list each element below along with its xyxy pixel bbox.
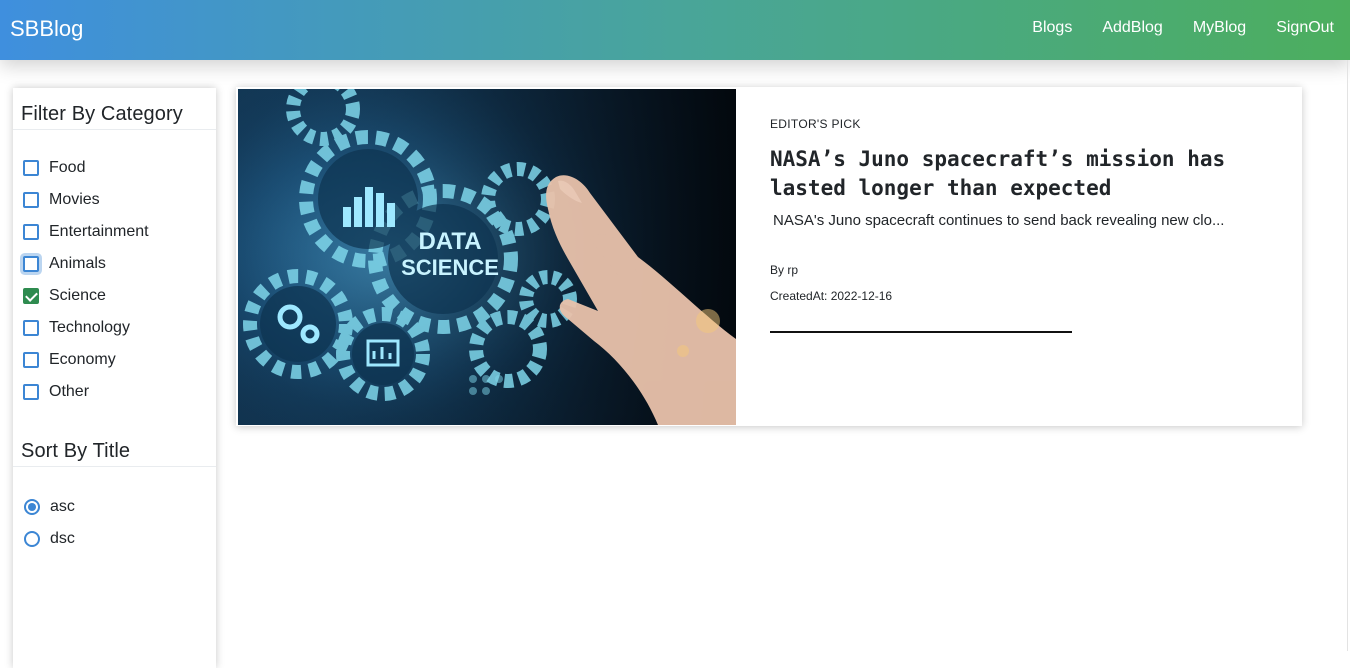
category-item-entertainment[interactable]: Entertainment [23, 216, 216, 248]
sort-option-asc[interactable]: asc [24, 491, 216, 523]
radio-dsc[interactable] [24, 531, 40, 547]
checkbox-technology[interactable] [23, 320, 39, 336]
category-list: Food Movies Entertainment Animals Scienc… [13, 152, 216, 408]
top-navbar: SBBlog Blogs AddBlog MyBlog SignOut [0, 0, 1350, 60]
blog-card[interactable]: DATA SCIENCE EDITOR'S PICK NASA’s Juno s… [236, 87, 1302, 426]
blog-title[interactable]: NASA’s Juno spacecraft’s mission has las… [770, 145, 1270, 203]
category-item-science[interactable]: Science [23, 280, 216, 312]
sort-option-dsc[interactable]: dsc [24, 523, 216, 555]
category-item-movies[interactable]: Movies [23, 184, 216, 216]
data-science-illustration: DATA SCIENCE [238, 89, 736, 425]
nav-links: Blogs AddBlog MyBlog SignOut [1002, 19, 1334, 37]
category-item-other[interactable]: Other [23, 376, 216, 408]
blog-card-body: EDITOR'S PICK NASA’s Juno spacecraft’s m… [770, 117, 1270, 333]
category-item-animals[interactable]: Animals [23, 248, 216, 280]
nav-link-blogs[interactable]: Blogs [1032, 19, 1072, 37]
sort-options: asc dsc [13, 491, 216, 555]
checkbox-entertainment[interactable] [23, 224, 39, 240]
filter-sidebar: Filter By Category Food Movies Entertain… [13, 88, 216, 668]
category-label: Movies [49, 191, 100, 208]
nav-link-signout[interactable]: SignOut [1276, 19, 1334, 37]
checkbox-animals[interactable] [23, 256, 39, 272]
image-caption-science: SCIENCE [401, 255, 499, 280]
checkbox-science[interactable] [23, 288, 39, 304]
page-scroll-edge [1347, 60, 1348, 651]
divider [13, 466, 216, 467]
checkbox-economy[interactable] [23, 352, 39, 368]
category-label: Other [49, 383, 90, 400]
category-item-economy[interactable]: Economy [23, 344, 216, 376]
image-caption-data: DATA [418, 228, 481, 255]
checkbox-food[interactable] [23, 160, 39, 176]
category-label: Animals [49, 255, 106, 272]
editors-pick-label: EDITOR'S PICK [770, 117, 861, 131]
sort-heading: Sort By Title [21, 440, 131, 462]
blog-excerpt: NASA's Juno spacecraft continues to send… [773, 212, 1225, 229]
checkbox-movies[interactable] [23, 192, 39, 208]
category-item-technology[interactable]: Technology [23, 312, 216, 344]
category-label: Science [49, 287, 106, 304]
card-divider [770, 331, 1072, 333]
sort-label: asc [50, 498, 75, 515]
radio-asc[interactable] [24, 499, 40, 515]
category-label: Food [49, 159, 86, 176]
blog-author: By rp [770, 263, 799, 277]
filter-heading: Filter By Category [21, 103, 183, 125]
sort-section: Sort By Title asc dsc [13, 440, 216, 555]
category-label: Economy [49, 351, 116, 368]
nav-link-addblog[interactable]: AddBlog [1102, 19, 1163, 37]
blog-cover-image: DATA SCIENCE [238, 89, 736, 425]
category-item-food[interactable]: Food [23, 152, 216, 184]
sort-label: dsc [50, 530, 75, 547]
nav-link-myblog[interactable]: MyBlog [1193, 19, 1246, 37]
checkbox-other[interactable] [23, 384, 39, 400]
category-label: Entertainment [49, 223, 149, 240]
blog-created-date: CreatedAt: 2022-12-16 [770, 289, 893, 303]
filter-section: Filter By Category Food Movies Entertain… [13, 103, 216, 408]
divider [13, 129, 216, 130]
brand-logo[interactable]: SBBlog [10, 16, 83, 42]
category-label: Technology [49, 319, 130, 336]
